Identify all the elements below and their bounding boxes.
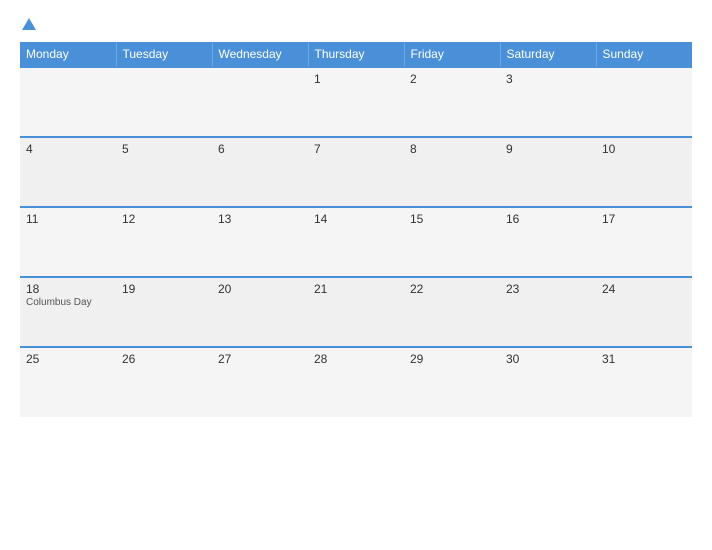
calendar-cell: 31 [596, 347, 692, 417]
day-number: 2 [410, 72, 494, 86]
calendar-cell: 19 [116, 277, 212, 347]
day-number: 30 [506, 352, 590, 366]
calendar-cell: 15 [404, 207, 500, 277]
day-number: 13 [218, 212, 302, 226]
weekday-monday: Monday [20, 42, 116, 67]
day-number: 14 [314, 212, 398, 226]
calendar-cell: 9 [500, 137, 596, 207]
calendar-cell: 30 [500, 347, 596, 417]
calendar-cell: 13 [212, 207, 308, 277]
calendar-cell: 14 [308, 207, 404, 277]
day-number: 9 [506, 142, 590, 156]
day-number: 15 [410, 212, 494, 226]
calendar-body: 123456789101112131415161718Columbus Day1… [20, 67, 692, 417]
day-number: 19 [122, 282, 206, 296]
day-number: 8 [410, 142, 494, 156]
day-number: 1 [314, 72, 398, 86]
calendar-cell: 24 [596, 277, 692, 347]
calendar-cell [20, 67, 116, 137]
day-number: 20 [218, 282, 302, 296]
logo-triangle-icon [22, 18, 36, 30]
calendar-cell: 26 [116, 347, 212, 417]
calendar-cell [212, 67, 308, 137]
calendar-cell [596, 67, 692, 137]
calendar-cell: 1 [308, 67, 404, 137]
day-number: 6 [218, 142, 302, 156]
day-number: 25 [26, 352, 110, 366]
calendar-cell: 3 [500, 67, 596, 137]
calendar-cell: 23 [500, 277, 596, 347]
calendar-week-row: 456789 10 [20, 137, 692, 207]
weekday-tuesday: Tuesday [116, 42, 212, 67]
logo [20, 18, 36, 32]
calendar-cell: 11 [20, 207, 116, 277]
calendar-cell: 2 [404, 67, 500, 137]
calendar-cell: 4 [20, 137, 116, 207]
day-number: 26 [122, 352, 206, 366]
calendar-cell: 10 [596, 137, 692, 207]
day-number: 3 [506, 72, 590, 86]
day-number: 21 [314, 282, 398, 296]
day-number: 5 [122, 142, 206, 156]
page: MondayTuesdayWednesdayThursdayFridaySatu… [0, 0, 712, 550]
day-number: 10 [602, 142, 686, 156]
day-number: 31 [602, 352, 686, 366]
calendar-cell: 20 [212, 277, 308, 347]
calendar-cell: 8 [404, 137, 500, 207]
day-number: 18 [26, 282, 110, 296]
weekday-saturday: Saturday [500, 42, 596, 67]
calendar-cell: 6 [212, 137, 308, 207]
calendar-cell: 29 [404, 347, 500, 417]
day-number: 22 [410, 282, 494, 296]
day-number: 24 [602, 282, 686, 296]
calendar-cell: 28 [308, 347, 404, 417]
calendar-cell: 7 [308, 137, 404, 207]
calendar-cell: 22 [404, 277, 500, 347]
day-number: 11 [26, 212, 110, 226]
calendar-week-row: 25 26 27 28 29 30 31 [20, 347, 692, 417]
day-number: 27 [218, 352, 302, 366]
calendar-cell: 16 [500, 207, 596, 277]
day-event: Columbus Day [26, 297, 110, 308]
calendar-week-row: 123 [20, 67, 692, 137]
day-number: 16 [506, 212, 590, 226]
day-number: 17 [602, 212, 686, 226]
calendar-cell: 25 [20, 347, 116, 417]
weekday-wednesday: Wednesday [212, 42, 308, 67]
calendar-cell: 5 [116, 137, 212, 207]
calendar-cell: 18Columbus Day [20, 277, 116, 347]
header [20, 18, 692, 32]
day-number: 12 [122, 212, 206, 226]
day-number: 4 [26, 142, 110, 156]
calendar-cell [116, 67, 212, 137]
calendar-cell: 27 [212, 347, 308, 417]
day-number: 28 [314, 352, 398, 366]
calendar-week-row: 11 12 13 14 15 16 17 [20, 207, 692, 277]
calendar-cell: 21 [308, 277, 404, 347]
calendar-week-row: 18Columbus Day 19 20 21 22 23 24 [20, 277, 692, 347]
weekday-header-row: MondayTuesdayWednesdayThursdayFridaySatu… [20, 42, 692, 67]
day-number: 7 [314, 142, 398, 156]
calendar-cell: 12 [116, 207, 212, 277]
weekday-thursday: Thursday [308, 42, 404, 67]
calendar-cell: 17 [596, 207, 692, 277]
day-number: 29 [410, 352, 494, 366]
calendar-table: MondayTuesdayWednesdayThursdayFridaySatu… [20, 42, 692, 417]
weekday-friday: Friday [404, 42, 500, 67]
weekday-sunday: Sunday [596, 42, 692, 67]
day-number: 23 [506, 282, 590, 296]
